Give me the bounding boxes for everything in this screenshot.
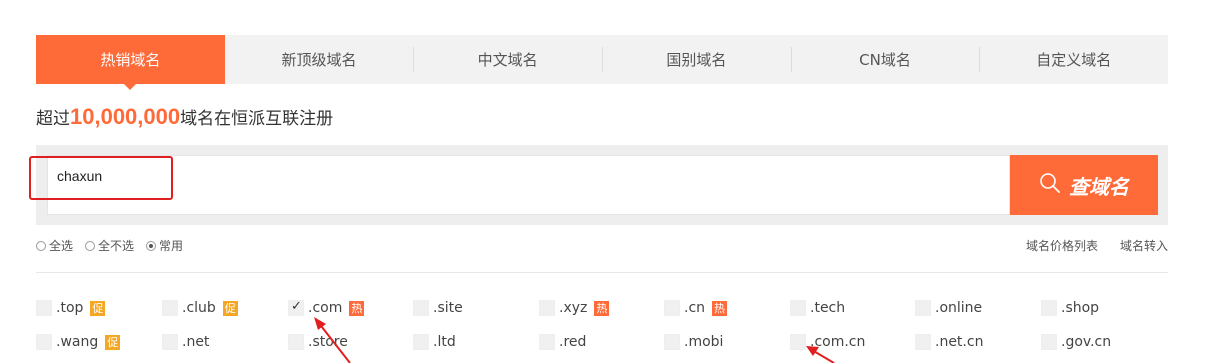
domain-suffix-label: .xyz: [559, 300, 588, 316]
registration-headline: 超过 10,000,000 域名在恒派互联注册: [36, 104, 333, 130]
domain-transfer-link[interactable]: 域名转入: [1120, 237, 1168, 254]
radio-label: 全不选: [98, 239, 135, 253]
domain-option[interactable]: .shop: [1041, 300, 1099, 316]
domain-checkbox[interactable]: [413, 334, 429, 350]
radio-label: 常用: [159, 239, 184, 253]
domain-checkbox[interactable]: [539, 300, 555, 316]
domain-checkbox[interactable]: [413, 300, 429, 316]
hot-badge: 热: [349, 300, 365, 316]
domain-option[interactable]: .com 热: [288, 299, 365, 316]
domain-suffix-label: .com: [308, 300, 343, 316]
domain-suffix-label: .net.cn: [935, 334, 984, 350]
domain-suffix-label: .com.cn: [810, 334, 866, 350]
domain-suffix-label: .mobi: [684, 334, 724, 350]
domain-checkbox[interactable]: [664, 334, 680, 350]
domain-checkbox[interactable]: [1041, 300, 1057, 316]
domain-option[interactable]: .red: [539, 334, 586, 350]
domain-option[interactable]: .ltd: [413, 334, 456, 350]
headline-suffix: 域名在恒派互联注册: [180, 109, 334, 129]
radio-common[interactable]: 常用: [146, 237, 183, 254]
domain-option[interactable]: .tech: [790, 300, 845, 316]
tab-chinese-domains[interactable]: 中文域名: [413, 35, 602, 84]
domain-checkbox[interactable]: [915, 300, 931, 316]
domain-option[interactable]: .com.cn: [790, 334, 865, 350]
domain-suffix-label: .ltd: [433, 334, 456, 350]
radio-select-none[interactable]: 全不选: [85, 237, 134, 254]
domain-links: 域名价格列表 域名转入: [1004, 237, 1168, 254]
domain-suffix-label: .top: [56, 300, 84, 316]
promo-badge: 促: [222, 300, 238, 316]
domain-checkbox[interactable]: [288, 299, 304, 316]
radio-circle: [36, 240, 46, 251]
domain-search-input[interactable]: [57, 164, 657, 188]
domain-option[interactable]: .net.cn: [915, 334, 983, 350]
domain-option[interactable]: .net: [162, 334, 209, 350]
domain-checkbox[interactable]: [162, 334, 178, 350]
radio-label: 全选: [49, 239, 74, 253]
domain-suffix-label: .site: [433, 300, 463, 316]
domain-option[interactable]: .site: [413, 300, 463, 316]
search-box: [47, 155, 1010, 215]
domain-suffix-label: .cn: [684, 300, 706, 316]
domain-option[interactable]: .online: [915, 300, 982, 316]
hot-badge: 热: [712, 300, 728, 316]
radio-select-all[interactable]: 全选: [36, 237, 73, 254]
tab-cn-domains[interactable]: CN域名: [790, 35, 980, 84]
headline-prefix: 超过: [36, 109, 70, 129]
domain-suffix-label: .club: [182, 300, 216, 316]
domain-checkbox[interactable]: [288, 334, 304, 350]
domain-checkbox[interactable]: [790, 334, 806, 350]
domain-suffix-label: .net: [182, 334, 210, 350]
domain-row: .wang 促 .net .store .ltd .red .mobi .com.cn .net…: [36, 334, 1168, 363]
domain-option[interactable]: .gov.cn: [1041, 334, 1111, 350]
search-panel: 查域名: [36, 145, 1168, 225]
domain-suffix-label: .gov.cn: [1061, 334, 1112, 350]
domain-checkbox[interactable]: [36, 334, 52, 350]
search-domain-button[interactable]: 查域名: [1010, 155, 1158, 215]
search-button-label: 查域名: [1069, 174, 1129, 199]
radio-circle: [146, 240, 157, 251]
domain-category-tabs: 热销域名 新顶级域名 中文域名 国别域名 CN域名 自定义域名: [36, 35, 1168, 90]
domain-option[interactable]: .cn 热: [664, 300, 728, 316]
domain-suffix-label: .online: [935, 300, 983, 316]
domain-suffix-label: .store: [308, 334, 348, 350]
domain-checkbox[interactable]: [36, 300, 52, 316]
domain-option[interactable]: .store: [288, 334, 348, 350]
radio-circle: [85, 240, 96, 251]
domain-checkbox[interactable]: [1041, 334, 1057, 350]
tab-new-gtld[interactable]: 新顶级域名: [225, 35, 414, 84]
domain-option[interactable]: .xyz 热: [539, 300, 610, 316]
domain-suffix-label: .red: [559, 334, 587, 350]
promo-badge: 促: [90, 300, 106, 316]
domain-suffix-label: .wang: [56, 334, 99, 350]
domain-option[interactable]: .wang 促: [36, 334, 121, 350]
domain-option[interactable]: .mobi: [664, 334, 723, 350]
tab-custom-domains[interactable]: 自定义域名: [979, 35, 1168, 84]
domain-checkbox[interactable]: [790, 300, 806, 316]
search-icon: [1039, 172, 1061, 198]
domain-checkbox[interactable]: [162, 300, 178, 316]
headline-count: 10,000,000: [70, 104, 181, 129]
tab-hot-domains[interactable]: 热销域名: [36, 35, 225, 90]
domain-option[interactable]: .club 促: [162, 300, 238, 316]
domain-suffix-grid: .top 促 .club 促 .com 热 .site .xyz 热 .cn 热 .tech .onli…: [36, 299, 1168, 363]
tab-country-domains[interactable]: 国别域名: [602, 35, 791, 84]
domain-checkbox[interactable]: [664, 300, 680, 316]
hot-badge: 热: [594, 300, 610, 316]
domain-row: .top 促 .club 促 .com 热 .site .xyz 热 .cn 热 .tech .onli…: [36, 299, 1168, 334]
price-list-link[interactable]: 域名价格列表: [1026, 237, 1098, 254]
selection-options: 全选 全不选 常用: [36, 237, 195, 254]
domain-suffix-label: .tech: [810, 300, 846, 316]
domain-suffix-label: .shop: [1061, 300, 1100, 316]
domain-checkbox[interactable]: [539, 334, 555, 350]
domain-checkbox[interactable]: [915, 334, 931, 350]
promo-badge: 促: [105, 334, 121, 350]
domain-option[interactable]: .top 促: [36, 300, 106, 316]
divider: [36, 272, 1168, 273]
